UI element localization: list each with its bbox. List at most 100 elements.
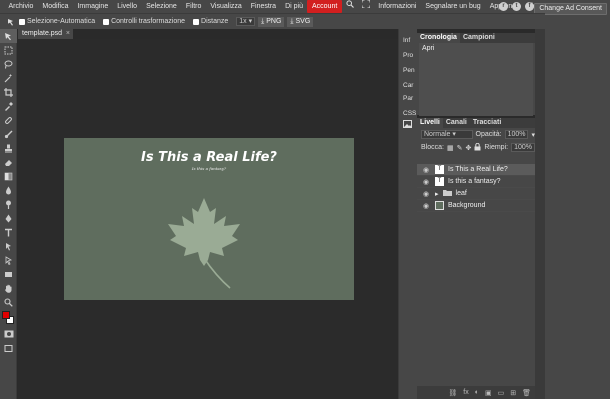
menu-livello[interactable]: Livello: [113, 0, 142, 13]
gradient-tool-icon[interactable]: [0, 169, 17, 183]
delete-layer-icon[interactable]: 🗑: [522, 389, 531, 397]
tab-canali[interactable]: Canali: [443, 118, 470, 128]
shape-tool-icon[interactable]: [0, 267, 17, 281]
transform-controls-option[interactable]: Controlli trasformazione: [103, 18, 185, 25]
layer-row[interactable]: ◉ T Is This a Real Life?: [417, 164, 535, 176]
distances-checkbox[interactable]: [193, 18, 200, 25]
new-layer-icon[interactable]: ⊞: [510, 389, 516, 397]
quick-mask-icon[interactable]: [0, 327, 17, 341]
close-tab-icon[interactable]: ×: [66, 29, 70, 39]
clone-stamp-tool-icon[interactable]: [0, 141, 17, 155]
menu-finestra[interactable]: Finestra: [246, 0, 280, 13]
auto-select-option[interactable]: Selezione-Automatica: [19, 18, 95, 25]
lock-all-icon[interactable]: [474, 142, 481, 153]
layer-row[interactable]: ◉ T Is this a fantasy?: [417, 176, 535, 188]
layer-row[interactable]: ◉ Background: [417, 200, 535, 212]
brush-tool-icon[interactable]: [0, 127, 17, 141]
history-entry[interactable]: Apri: [419, 43, 533, 54]
distances-option[interactable]: Distanze: [193, 18, 228, 25]
color-swatches[interactable]: [0, 309, 17, 327]
side-btn-info[interactable]: Inf: [399, 34, 418, 47]
adjustment-layer-icon[interactable]: ◐: [475, 389, 479, 396]
hand-tool-icon[interactable]: [0, 281, 17, 295]
twitter-icon[interactable]: t: [512, 2, 521, 11]
search-icon[interactable]: [342, 0, 358, 13]
layer-style-icon[interactable]: fx: [463, 389, 468, 396]
side-btn-css[interactable]: CSS: [399, 107, 418, 120]
expand-folder-icon[interactable]: ▸: [435, 190, 439, 198]
facebook-icon[interactable]: f: [525, 2, 534, 11]
tab-tracciati[interactable]: Tracciati: [470, 118, 504, 128]
menu-filtro[interactable]: Filtro: [181, 0, 206, 13]
menu-informazioni[interactable]: Informazioni: [374, 0, 421, 13]
side-btn-brush[interactable]: Pen: [399, 64, 418, 77]
add-mask-icon[interactable]: ▣: [485, 389, 492, 397]
eyedropper-tool-icon[interactable]: [0, 99, 17, 113]
panel-scrollbar[interactable]: [535, 29, 545, 399]
artboard[interactable]: Is This a Real Life? Is this a fantasy?: [64, 138, 354, 300]
change-ad-consent-button[interactable]: Change Ad Consent: [534, 3, 607, 15]
layer-name: Background: [448, 202, 486, 209]
image-panel-icon[interactable]: [399, 120, 418, 133]
visibility-eye-icon[interactable]: ◉: [423, 178, 431, 186]
menu-visualizza[interactable]: Visualizza: [206, 0, 246, 13]
blur-tool-icon[interactable]: [0, 183, 17, 197]
menu-immagine[interactable]: Immagine: [73, 0, 113, 13]
document-tab[interactable]: template.psd ×: [18, 29, 73, 39]
menu-selezione[interactable]: Selezione: [142, 0, 182, 13]
auto-select-label: Selezione-Automatica: [27, 18, 96, 25]
side-btn-character[interactable]: Car: [399, 79, 418, 92]
direct-select-tool-icon[interactable]: [0, 253, 17, 267]
export-svg-button[interactable]: ⤓ SVG: [287, 16, 314, 27]
tab-cronologia[interactable]: Cronologia: [417, 33, 460, 43]
tab-campioni[interactable]: Campioni: [460, 33, 498, 43]
visibility-eye-icon[interactable]: ◉: [423, 166, 431, 174]
text-tool-icon[interactable]: [0, 225, 17, 239]
dodge-tool-icon[interactable]: [0, 197, 17, 211]
healing-brush-tool-icon[interactable]: [0, 113, 17, 127]
lock-brush-icon[interactable]: ✎: [457, 144, 463, 152]
tab-livelli[interactable]: Livelli: [417, 118, 443, 128]
primary-color-swatch[interactable]: [2, 311, 10, 319]
eraser-tool-icon[interactable]: [0, 155, 17, 169]
menu-di-piu[interactable]: Di più: [281, 0, 308, 13]
social-links: r t f: [499, 2, 534, 11]
move-tool-options-icon: [6, 15, 16, 29]
screen-mode-icon[interactable]: [0, 341, 17, 355]
side-btn-properties[interactable]: Pro: [399, 49, 418, 62]
auto-select-checkbox[interactable]: [19, 18, 25, 25]
lock-position-icon[interactable]: ✥: [465, 144, 471, 152]
blend-mode-select[interactable]: Normale ▾: [421, 130, 473, 139]
reddit-icon[interactable]: r: [499, 2, 508, 11]
fill-input[interactable]: 100%: [511, 143, 535, 152]
pen-tool-icon[interactable]: [0, 211, 17, 225]
lasso-tool-icon[interactable]: [0, 57, 17, 71]
zoom-select[interactable]: 1x ▾: [236, 17, 256, 26]
layer-row[interactable]: ◉ ▸ leaf: [417, 188, 535, 200]
menu-archivio[interactable]: Archivio: [4, 0, 38, 13]
options-bar: Selezione-Automatica Controlli trasforma…: [0, 13, 545, 29]
side-btn-paragraph[interactable]: Par: [399, 92, 418, 105]
visibility-eye-icon[interactable]: ◉: [423, 202, 431, 210]
account-button[interactable]: Account: [307, 0, 342, 13]
menu-segnalare-bug[interactable]: Segnalare un bug: [421, 0, 485, 13]
tools-panel: [0, 29, 17, 399]
export-png-button[interactable]: ⤓ PNG: [258, 16, 285, 27]
move-tool-icon[interactable]: [0, 29, 17, 43]
menu-modifica[interactable]: Modifica: [38, 0, 73, 13]
opacity-input[interactable]: 100%: [504, 130, 529, 139]
path-select-tool-icon[interactable]: [0, 239, 17, 253]
marquee-tool-icon[interactable]: [0, 43, 17, 57]
link-layers-icon[interactable]: ⛓: [448, 389, 457, 397]
fullscreen-icon[interactable]: [358, 0, 374, 13]
layers-spacer: [417, 154, 535, 164]
lock-row: Blocca: ▦ ✎ ✥ Riempi: 100% ▾: [417, 141, 542, 154]
crop-tool-icon[interactable]: [0, 85, 17, 99]
blend-mode-value: Normale: [424, 131, 451, 138]
visibility-eye-icon[interactable]: ◉: [423, 190, 431, 198]
new-group-icon[interactable]: ▭: [498, 389, 505, 397]
magic-wand-tool-icon[interactable]: [0, 71, 17, 85]
lock-pixels-icon[interactable]: ▦: [447, 144, 454, 152]
zoom-tool-icon[interactable]: [0, 295, 17, 309]
transform-controls-checkbox[interactable]: [103, 18, 110, 25]
